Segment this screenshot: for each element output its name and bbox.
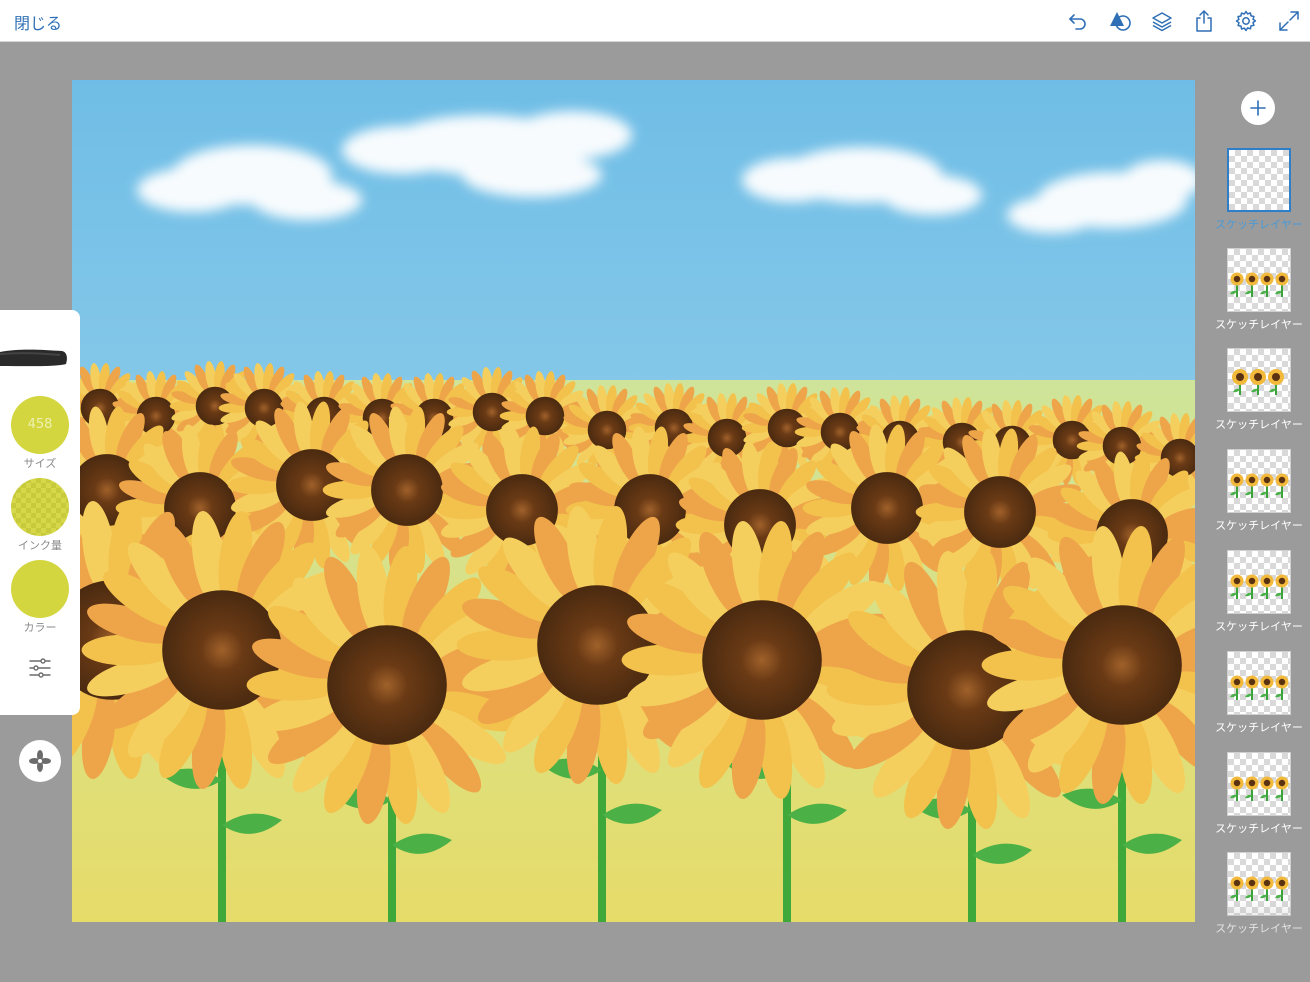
drawing-canvas[interactable] [72, 80, 1195, 922]
layer-label: スケッチレイヤー [1215, 218, 1303, 231]
layer-item[interactable]: スケッチレイヤー [1212, 852, 1306, 944]
brush-preview[interactable] [0, 340, 68, 376]
fan-icon [29, 750, 51, 772]
layer-item[interactable]: スケッチレイヤー [1212, 651, 1306, 743]
layer-thumbnail [1227, 651, 1291, 715]
layer-label: スケッチレイヤー [1215, 922, 1303, 935]
layer-thumbnail [1227, 752, 1291, 816]
layer-label: スケッチレイヤー [1215, 822, 1303, 835]
layer-thumbnail [1227, 348, 1291, 412]
brush-size-control[interactable]: 458 [11, 396, 69, 454]
layer-label: スケッチレイヤー [1215, 721, 1303, 734]
undo-icon[interactable] [1066, 9, 1090, 33]
plus-icon [1250, 100, 1266, 116]
layer-label: スケッチレイヤー [1215, 318, 1303, 331]
layer-thumbnail [1227, 148, 1291, 212]
layers-icon[interactable] [1150, 9, 1174, 33]
layer-item[interactable]: スケッチレイヤー [1212, 550, 1306, 642]
brush-panel: 458 サイズ インク量 カラー [0, 310, 80, 715]
shape-tool-icon[interactable] [1108, 9, 1132, 33]
top-toolbar: 閉じる [0, 0, 1310, 42]
layer-thumbnail [1227, 852, 1291, 916]
fullscreen-expand-icon[interactable] [1277, 9, 1301, 33]
brush-settings-sliders-icon[interactable] [28, 656, 52, 680]
layer-item[interactable]: スケッチレイヤー [1212, 449, 1306, 541]
close-button[interactable]: 閉じる [14, 10, 62, 34]
add-layer-button[interactable] [1241, 91, 1275, 125]
share-icon[interactable] [1192, 9, 1216, 33]
layer-thumbnail [1227, 449, 1291, 513]
layer-label: スケッチレイヤー [1215, 620, 1303, 633]
layer-thumbnail [1227, 550, 1291, 614]
color-label: カラー [23, 621, 57, 634]
color-swatch[interactable] [11, 560, 69, 618]
brush-type-button[interactable] [19, 740, 61, 782]
layer-item[interactable]: スケッチレイヤー [1212, 148, 1306, 240]
layer-label: スケッチレイヤー [1215, 418, 1303, 431]
sunflower-painting [72, 80, 1195, 922]
settings-gear-icon[interactable] [1234, 9, 1258, 33]
layer-item[interactable]: スケッチレイヤー [1212, 752, 1306, 844]
brush-size-label: サイズ [23, 457, 57, 470]
layer-item[interactable]: スケッチレイヤー [1212, 348, 1306, 440]
layer-item[interactable]: スケッチレイヤー [1212, 248, 1306, 340]
brush-size-value: 458 [27, 417, 53, 432]
ink-flow-control[interactable] [11, 478, 69, 536]
layer-thumbnail [1227, 248, 1291, 312]
layer-label: スケッチレイヤー [1215, 519, 1303, 532]
ink-flow-label: インク量 [18, 539, 62, 552]
